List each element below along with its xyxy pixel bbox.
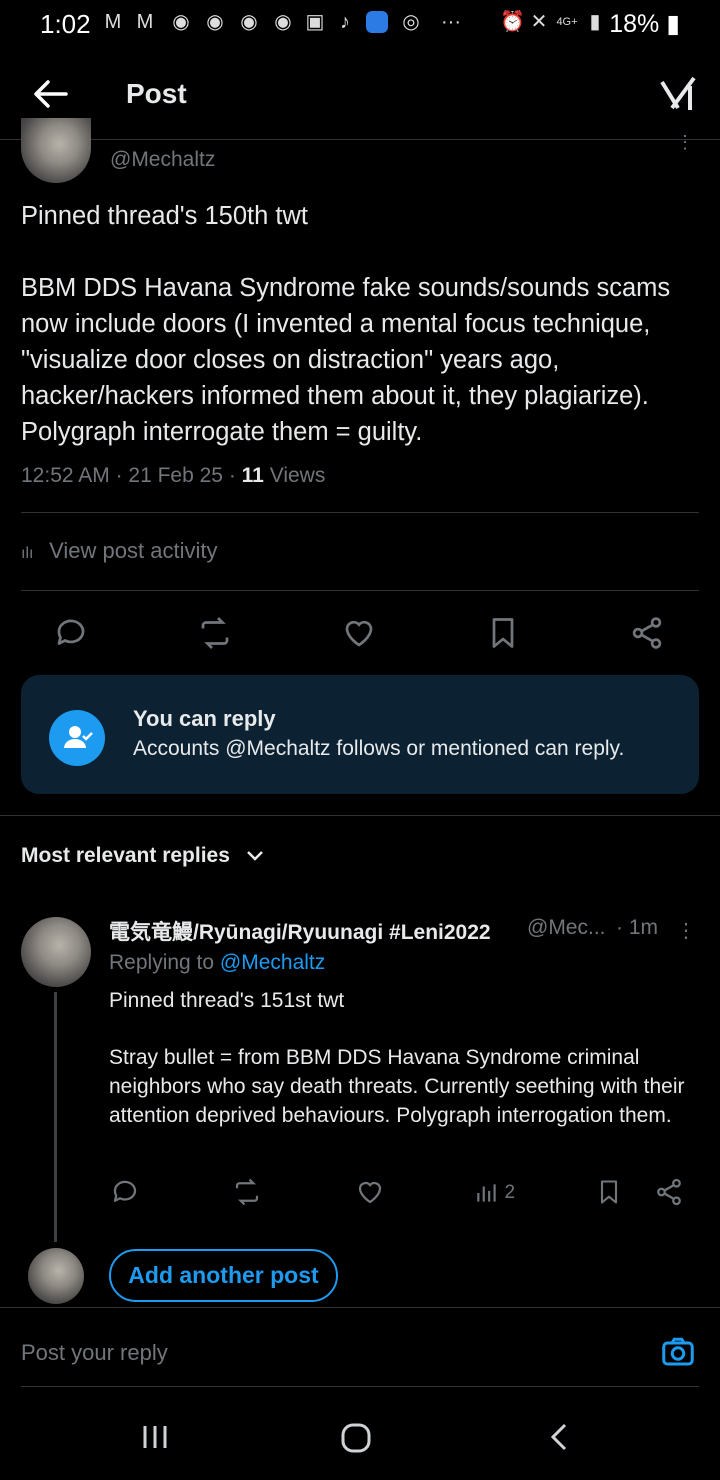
- post-meta: 12:52 AM · 21 Feb 25 · 11 Views: [21, 464, 326, 487]
- reply-title-line: Pinned thread's 151st twt: [109, 989, 345, 1012]
- divider: [21, 1386, 699, 1387]
- post-title-line: Pinned thread's 150th twt: [21, 202, 308, 230]
- shopee-icon: ▣: [305, 11, 325, 33]
- gmail-icon: M: [104, 11, 122, 33]
- like-heart-icon[interactable]: [341, 615, 377, 651]
- reply-comment-icon[interactable]: [110, 1177, 140, 1207]
- discord-icon: ◉: [172, 11, 190, 33]
- share-icon[interactable]: [629, 615, 665, 651]
- status-bar: 1:02 M M ◉ ◉ ◉ ◉ ▣ ♪ ◎ ··· ⏰ ✕ 4G+ ▮ 18%…: [0, 0, 720, 46]
- reply-permission-card: You can reply Accounts @Mechaltz follows…: [21, 675, 699, 794]
- reply-author-name[interactable]: 電気竜鰻/Ryūnagi/Ryuunagi #Leni2022: [109, 916, 491, 946]
- post-date: 21 Feb 25: [128, 464, 223, 487]
- reply-time: · 1m: [616, 916, 658, 939]
- instagram-icon: ◎: [402, 11, 420, 33]
- grok-icon[interactable]: [658, 74, 698, 114]
- replying-to: Replying to @Mechaltz: [109, 951, 325, 975]
- divider: [0, 815, 720, 816]
- reply-views[interactable]: 2: [474, 1180, 534, 1208]
- view-post-activity[interactable]: ılı View post activity: [21, 538, 217, 564]
- home-icon[interactable]: [340, 1422, 372, 1454]
- analytics-icon: ılı: [21, 545, 34, 562]
- network-4g-icon: 4G+: [556, 16, 578, 28]
- top-bar: Post: [0, 46, 720, 140]
- tiktok-icon: ♪: [340, 11, 350, 33]
- reply-icon[interactable]: [53, 615, 89, 651]
- post-body: BBM DDS Havana Syndrome fake sounds/soun…: [21, 274, 671, 446]
- reply-body: Stray bullet = from BBM DDS Havana Syndr…: [109, 1046, 685, 1127]
- card-title: You can reply: [133, 706, 276, 731]
- views-count: 11: [241, 464, 264, 487]
- discord-icon: ◉: [240, 11, 258, 33]
- current-user-avatar: [28, 1248, 84, 1304]
- status-time: 1:02: [40, 9, 91, 39]
- author-avatar[interactable]: [21, 118, 91, 183]
- thread-line: [54, 992, 57, 1242]
- gmail-icon: M: [136, 11, 154, 33]
- divider: [21, 590, 699, 591]
- mute-icon: ✕: [530, 11, 548, 33]
- camera-icon[interactable]: [660, 1334, 696, 1370]
- divider: [0, 1307, 720, 1308]
- page-title: Post: [126, 78, 187, 109]
- user-check-icon: [49, 710, 105, 766]
- reply-bookmark-icon[interactable]: [595, 1177, 623, 1207]
- reply-like-heart-icon[interactable]: [355, 1177, 385, 1207]
- reply-author-avatar[interactable]: [21, 917, 91, 987]
- repost-icon[interactable]: [197, 615, 233, 651]
- add-another-post-button[interactable]: Add another post: [109, 1249, 338, 1302]
- divider: [21, 512, 699, 513]
- shop-app-icon: [366, 11, 388, 33]
- discord-icon: ◉: [274, 11, 292, 33]
- alarm-icon: ⏰: [500, 11, 525, 33]
- card-subtitle: Accounts @Mechaltz follows or mentioned …: [133, 737, 625, 760]
- recent-apps-icon[interactable]: [140, 1422, 170, 1452]
- discord-icon: ◉: [206, 11, 224, 33]
- back-arrow-icon[interactable]: [30, 74, 70, 114]
- post-time: 12:52 AM: [21, 464, 110, 487]
- view-activity-label: View post activity: [49, 538, 218, 563]
- reply-views-count: 2: [504, 1182, 516, 1203]
- reply-repost-icon[interactable]: [232, 1177, 262, 1207]
- bookmark-icon[interactable]: [485, 615, 521, 651]
- chevron-down-icon: [244, 845, 266, 867]
- author-handle[interactable]: @Mechaltz: [110, 148, 215, 172]
- more-options-icon[interactable]: ⋮: [676, 133, 694, 154]
- replies-sort-dropdown[interactable]: Most relevant replies: [21, 844, 266, 868]
- reply-input[interactable]: Post your reply: [21, 1340, 168, 1366]
- replies-sort-label: Most relevant replies: [21, 844, 230, 867]
- signal-icon: ▮: [589, 11, 601, 33]
- battery-level: 18% ▮: [609, 10, 680, 38]
- reply-more-options-icon[interactable]: ⋮: [676, 918, 696, 944]
- views-bar-chart-icon: [474, 1180, 500, 1206]
- reply-share-icon[interactable]: [654, 1177, 684, 1207]
- replying-prefix: Replying to: [109, 951, 215, 974]
- reply-author-handle[interactable]: @Mec...: [527, 916, 606, 940]
- replying-handle-link[interactable]: @Mechaltz: [220, 951, 325, 974]
- views-label: Views: [269, 464, 326, 487]
- more-notifications-icon: ···: [441, 11, 461, 33]
- system-back-icon[interactable]: [545, 1422, 575, 1452]
